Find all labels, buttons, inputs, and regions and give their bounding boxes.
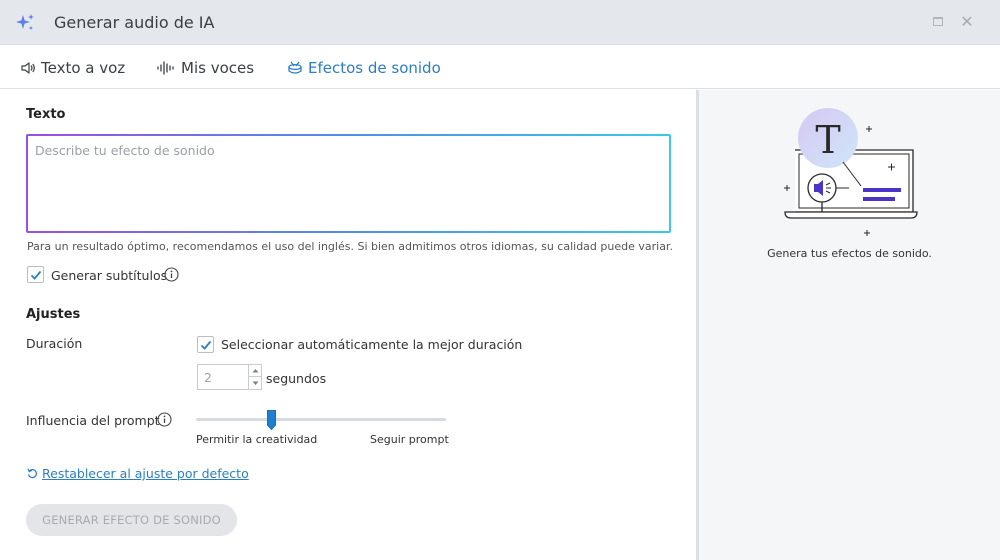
text-label: Texto bbox=[26, 107, 66, 122]
sparkle-icon bbox=[16, 14, 34, 30]
chevron-down-icon bbox=[252, 381, 258, 385]
tab-bar: Texto a voz Mis voces Efectos de sonido bbox=[0, 45, 1000, 89]
duration-stepper bbox=[197, 364, 262, 390]
svg-text:T: T bbox=[815, 118, 840, 162]
maximize-button[interactable] bbox=[930, 14, 946, 30]
waveform-icon bbox=[157, 61, 174, 75]
tab-label: Efectos de sonido bbox=[308, 59, 441, 77]
duration-unit-label: segundos bbox=[266, 371, 327, 386]
subtitles-label: Generar subtítulos bbox=[51, 268, 168, 283]
close-button[interactable]: ✕ bbox=[959, 14, 975, 30]
reset-icon bbox=[27, 468, 37, 479]
maximize-icon bbox=[933, 17, 943, 26]
info-icon[interactable] bbox=[164, 267, 179, 282]
chevron-up-icon bbox=[252, 369, 258, 373]
tab-label: Texto a voz bbox=[41, 59, 126, 77]
settings-title: Ajustes bbox=[26, 307, 81, 322]
tab-label: Mis voces bbox=[181, 59, 255, 77]
auto-duration-checkbox[interactable] bbox=[197, 336, 214, 353]
text-input-frame bbox=[26, 134, 671, 233]
stepper-up-button[interactable] bbox=[248, 365, 261, 377]
slider-max-label: Seguir prompt bbox=[370, 433, 449, 446]
preview-panel: T Genera tus efectos de sonido. bbox=[699, 90, 1000, 560]
stepper-down-button[interactable] bbox=[248, 377, 261, 389]
sound-description-input[interactable] bbox=[28, 136, 669, 231]
preview-caption: Genera tus efectos de sonido. bbox=[767, 247, 932, 260]
subtitles-checkbox[interactable] bbox=[27, 266, 44, 283]
info-icon[interactable] bbox=[157, 412, 172, 427]
checkmark-icon bbox=[200, 340, 212, 350]
duration-label: Duración bbox=[26, 336, 83, 351]
slider-min-label: Permitir la creatividad bbox=[196, 433, 318, 446]
title-bar: Generar audio de IA ✕ bbox=[0, 0, 1000, 45]
tab-texto-a-voz[interactable]: Texto a voz bbox=[20, 57, 125, 79]
reset-label: Restablecer al ajuste por defecto bbox=[42, 466, 249, 481]
speaker-icon bbox=[21, 62, 35, 74]
form-panel: Texto Para un resultado óptimo, recomend… bbox=[0, 90, 696, 560]
generate-sound-effect-button[interactable]: GENERAR EFECTO DE SONIDO bbox=[26, 504, 237, 536]
auto-duration-label: Seleccionar automáticamente la mejor dur… bbox=[221, 337, 523, 352]
close-icon: ✕ bbox=[960, 12, 974, 31]
duration-input[interactable] bbox=[198, 365, 248, 389]
prompt-influence-label: Influencia del prompt bbox=[26, 413, 160, 428]
language-hint: Para un resultado óptimo, recomendamos e… bbox=[27, 240, 673, 253]
reset-defaults-link[interactable]: Restablecer al ajuste por defecto bbox=[27, 466, 249, 481]
tab-efectos-de-sonido[interactable]: Efectos de sonido bbox=[287, 57, 441, 79]
sound-effects-illustration: T bbox=[784, 108, 918, 236]
checkmark-icon bbox=[30, 270, 42, 280]
tab-mis-voces[interactable]: Mis voces bbox=[156, 57, 254, 79]
prompt-influence-slider[interactable] bbox=[196, 418, 446, 421]
drum-icon bbox=[288, 61, 302, 74]
slider-handle[interactable] bbox=[266, 410, 276, 430]
window-title: Generar audio de IA bbox=[54, 13, 215, 32]
